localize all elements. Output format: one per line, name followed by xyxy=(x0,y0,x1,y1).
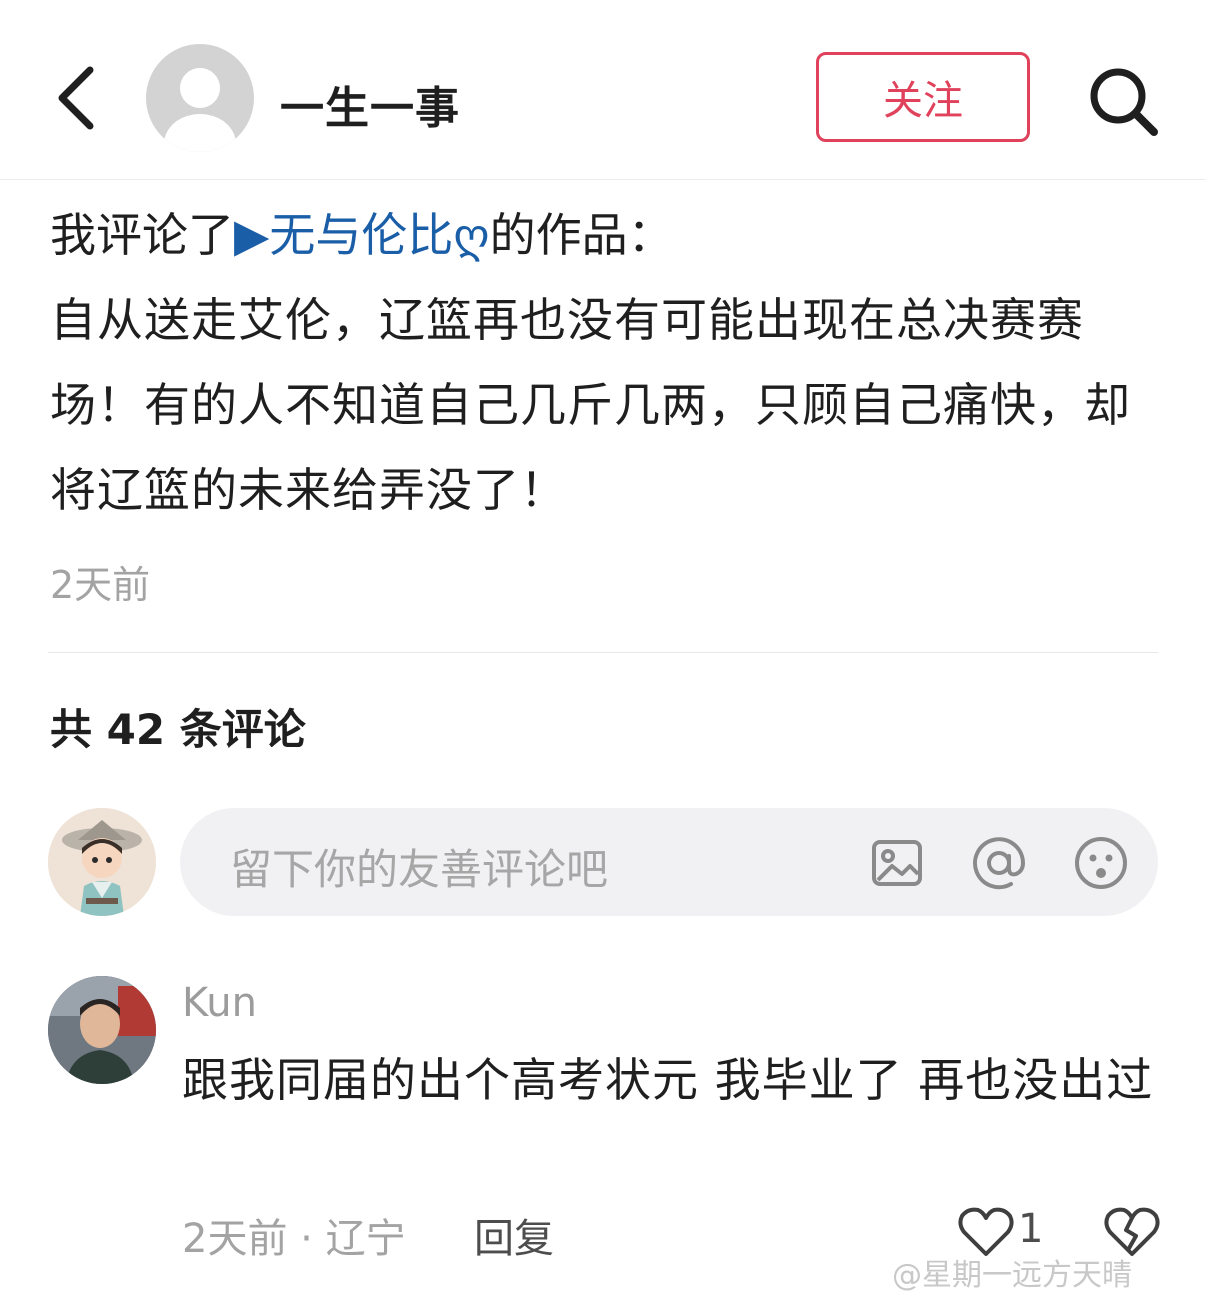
work-author-link[interactable]: 无与伦比ღ xyxy=(269,208,489,262)
search-button[interactable] xyxy=(1084,62,1164,142)
like-count: 1 xyxy=(1018,1206,1044,1252)
my-avatar[interactable] xyxy=(48,808,156,916)
post-suffix: 的作品： xyxy=(489,208,674,262)
post-body: 自从送走艾伦，辽篮再也没有可能出现在总决赛赛场！有的人不知道自己几斤几两，只顾自… xyxy=(50,293,1131,517)
at-icon xyxy=(973,837,1026,890)
commenter-avatar[interactable] xyxy=(48,976,156,1084)
post-time: 2天前 xyxy=(50,563,151,607)
comment-meta: 2天前 · 辽宁 xyxy=(182,1216,406,1262)
author-avatar[interactable] xyxy=(146,44,254,152)
post-prefix: 我评论了 xyxy=(50,208,234,262)
cartoon-avatar-icon xyxy=(48,808,156,916)
comment-text: 跟我同届的出个高考状元 我毕业了 再也没出过 xyxy=(182,1053,1154,1107)
search-icon xyxy=(1090,68,1158,136)
play-marker-icon[interactable]: ▶ xyxy=(234,208,269,262)
back-arrow-icon xyxy=(58,66,94,130)
mention-button[interactable] xyxy=(970,834,1028,892)
back-button[interactable] xyxy=(44,60,114,136)
comment-count: 共 42 条评论 xyxy=(50,705,306,754)
emoji-icon xyxy=(1075,837,1127,889)
author-name[interactable]: 一生一事 xyxy=(280,72,460,136)
follow-button[interactable]: 关注 xyxy=(816,52,1030,142)
avatar-placeholder-icon xyxy=(164,68,236,152)
image-button[interactable] xyxy=(870,836,924,890)
watermark: @星期一远方天晴 xyxy=(892,1258,1132,1293)
commenter-name[interactable]: Kun xyxy=(182,980,257,1026)
post-title: 我评论了▶无与伦比ღ的作品： xyxy=(50,200,1160,270)
photo-avatar-icon xyxy=(48,976,156,1084)
divider xyxy=(48,652,1158,653)
emoji-button[interactable] xyxy=(1072,834,1130,892)
image-icon xyxy=(872,840,922,886)
comment-input-placeholder: 留下你的友善评论吧 xyxy=(230,845,609,894)
reply-button[interactable]: 回复 xyxy=(474,1206,554,1264)
